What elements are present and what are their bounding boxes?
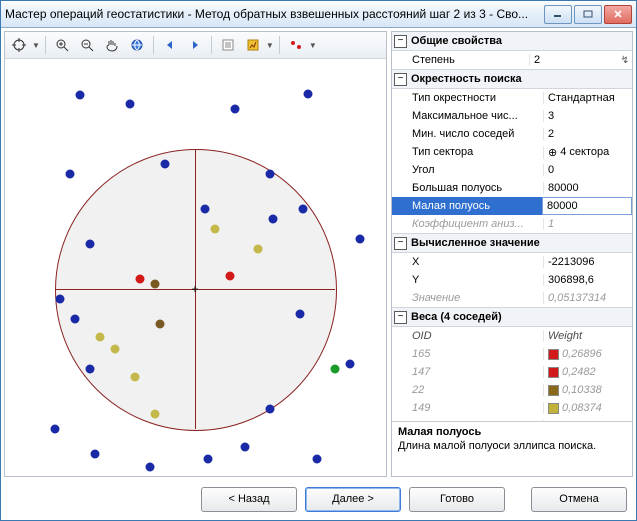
section-general[interactable]: −Общие свойства <box>392 32 632 51</box>
cancel-button[interactable]: Отмена <box>531 487 627 512</box>
full-extent-tool[interactable] <box>126 34 148 56</box>
section-neighborhood[interactable]: −Окрестность поиска <box>392 69 632 89</box>
data-point <box>241 443 250 452</box>
data-point <box>346 360 355 369</box>
neighbor-point <box>211 225 220 234</box>
prop-angle[interactable]: Угол0 <box>392 161 632 179</box>
prop-max-neighbors[interactable]: Максимальное чис...3 <box>392 107 632 125</box>
color-swatch <box>548 367 559 378</box>
color-swatch <box>548 349 559 360</box>
titlebar[interactable]: Мастер операций геостатистики - Метод об… <box>1 1 636 28</box>
data-point <box>71 315 80 324</box>
weight-row: 1470,2482 <box>392 363 632 381</box>
stats-tool[interactable] <box>242 34 264 56</box>
neighbor-point <box>131 373 140 382</box>
neighbor-point <box>136 275 145 284</box>
sector-icon: ⊕ <box>548 146 557 159</box>
data-point <box>296 310 305 319</box>
neighbor-point <box>96 333 105 342</box>
section-weights[interactable]: −Веса (4 соседей) <box>392 307 632 327</box>
dropdown-icon[interactable]: ▼ <box>32 41 40 50</box>
window-title: Мастер операций геостатистики - Метод об… <box>5 7 544 21</box>
prop-y[interactable]: Y306898,6 <box>392 271 632 289</box>
zoom-in-tool[interactable] <box>51 34 73 56</box>
dropdown-icon[interactable]: ▼ <box>309 41 317 50</box>
target-tool[interactable] <box>8 34 30 56</box>
help-panel: Малая полуось Длина малой полуоси эллипс… <box>392 421 632 476</box>
weight-row: 1650,26896 <box>392 345 632 363</box>
prop-neighborhood-type[interactable]: Тип окрестностиСтандартная <box>392 89 632 107</box>
data-point <box>146 463 155 472</box>
data-point <box>266 170 275 179</box>
back-button[interactable]: < Назад <box>201 487 297 512</box>
data-point <box>66 170 75 179</box>
list-tool[interactable] <box>217 34 239 56</box>
data-point <box>313 455 322 464</box>
data-point <box>86 365 95 374</box>
data-point <box>86 240 95 249</box>
data-point <box>126 100 135 109</box>
collapse-icon[interactable]: − <box>394 237 407 250</box>
zoom-out-tool[interactable] <box>76 34 98 56</box>
neighbor-point <box>151 280 160 289</box>
close-button[interactable] <box>604 5 632 24</box>
neighbor-point <box>331 365 340 374</box>
data-point <box>299 205 308 214</box>
data-point <box>51 425 60 434</box>
data-point <box>356 235 365 244</box>
weight-row: 220,10338 <box>392 381 632 399</box>
section-calculated[interactable]: −Вычисленное значение <box>392 233 632 253</box>
collapse-icon[interactable]: − <box>394 311 407 324</box>
wizard-window: Мастер операций геостатистики - Метод об… <box>0 0 637 521</box>
weight-row: 1490,08374 <box>392 399 632 417</box>
preview-canvas[interactable]: + <box>5 59 386 476</box>
neighbor-point <box>111 345 120 354</box>
neighbor-point <box>226 272 235 281</box>
data-point <box>231 105 240 114</box>
maximize-button[interactable] <box>574 5 602 24</box>
neighbor-point <box>156 320 165 329</box>
next-button[interactable]: Далее > <box>305 487 401 512</box>
points-tool[interactable] <box>285 34 307 56</box>
neighbor-point <box>254 245 263 254</box>
properties-panel: −Общие свойства Степень2↯ −Окрестность п… <box>391 31 633 477</box>
color-swatch <box>548 385 559 396</box>
optimize-icon[interactable]: ↯ <box>618 55 632 66</box>
weights-header: OIDWeight <box>392 327 632 345</box>
data-point <box>304 90 313 99</box>
data-point <box>56 295 65 304</box>
prop-min-neighbors[interactable]: Мин. число соседей2 <box>392 125 632 143</box>
prop-value: Значение0,05137314 <box>392 289 632 307</box>
color-swatch <box>548 403 559 414</box>
help-text: Длина малой полуоси эллипса поиска. <box>398 440 626 452</box>
properties-grid[interactable]: −Общие свойства Степень2↯ −Окрестность п… <box>392 32 632 421</box>
prop-anisotropy: Коэффициент аниз...1 <box>392 215 632 233</box>
collapse-icon[interactable]: − <box>394 35 407 48</box>
preview-toolbar: ▼ ▼ ▼ <box>5 32 386 59</box>
prop-x[interactable]: X-2213096 <box>392 253 632 271</box>
collapse-icon[interactable]: − <box>394 73 407 86</box>
data-point <box>91 450 100 459</box>
preview-panel: ▼ ▼ ▼ <box>4 31 387 477</box>
data-point <box>76 91 85 100</box>
prev-extent-tool[interactable] <box>159 34 181 56</box>
prop-major-axis[interactable]: Большая полуось80000 <box>392 179 632 197</box>
prop-power[interactable]: Степень2↯ <box>392 51 632 69</box>
next-extent-tool[interactable] <box>184 34 206 56</box>
data-point <box>266 405 275 414</box>
dropdown-icon[interactable]: ▼ <box>266 41 274 50</box>
data-point <box>161 160 170 169</box>
data-point <box>204 455 213 464</box>
data-point <box>269 215 278 224</box>
pan-tool[interactable] <box>101 34 123 56</box>
finish-button[interactable]: Готово <box>409 487 505 512</box>
center-cross-icon: + <box>191 282 198 296</box>
minimize-button[interactable] <box>544 5 572 24</box>
prop-sector-type[interactable]: Тип сектора⊕4 сектора <box>392 143 632 161</box>
help-title: Малая полуось <box>398 426 626 438</box>
neighbor-point <box>151 410 160 419</box>
prop-minor-axis[interactable]: Малая полуось80000 <box>392 197 632 215</box>
data-point <box>201 205 210 214</box>
wizard-footer: < Назад Далее > Готово Отмена <box>4 481 633 517</box>
